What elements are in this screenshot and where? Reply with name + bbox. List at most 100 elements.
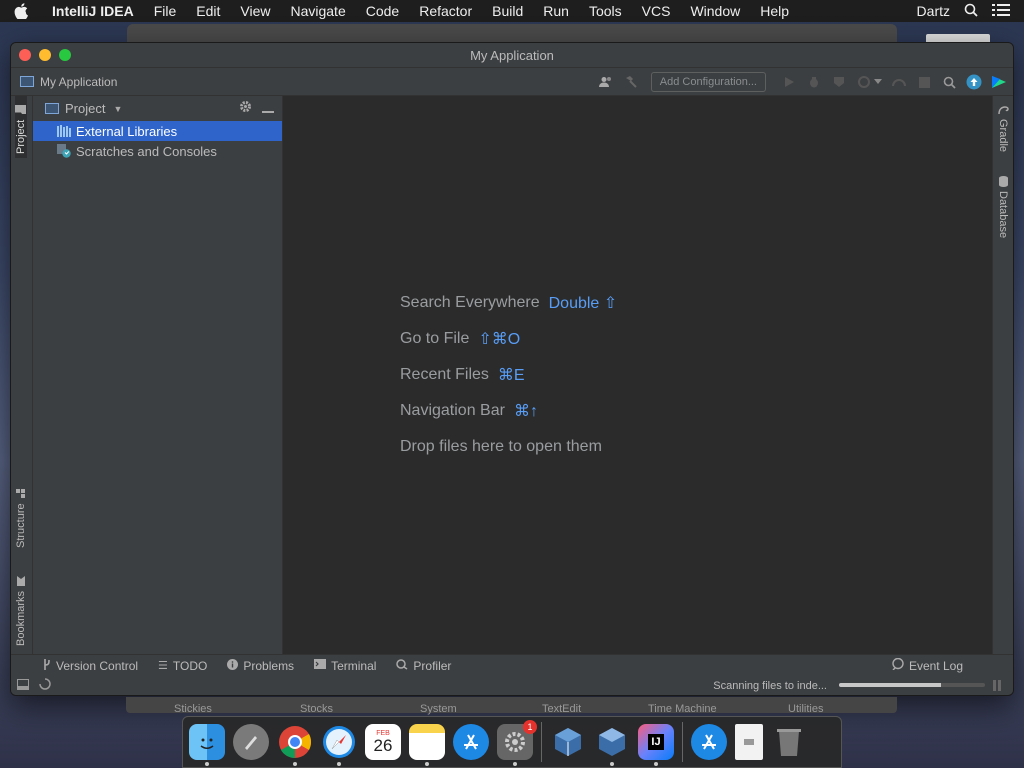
system-preferences-icon[interactable]: 1 <box>497 720 537 766</box>
scratches-icon <box>57 144 71 158</box>
terminal-icon <box>314 659 327 672</box>
panel-actions <box>229 100 274 116</box>
virtualbox-vm-icon[interactable] <box>594 724 630 766</box>
toggle-tool-windows-icon[interactable] <box>17 678 29 693</box>
menu-code[interactable]: Code <box>366 3 399 19</box>
gradle-tool-tab[interactable]: Gradle <box>997 106 1009 162</box>
indexing-status[interactable]: Scanning files to inde... <box>713 680 827 692</box>
bottom-tool-bar: Version Control ☰ TODO Problems Terminal… <box>11 654 1013 676</box>
project-tab-label: Project <box>15 119 27 154</box>
tab-label: Profiler <box>413 658 452 673</box>
tab-event-log[interactable]: Event Log <box>892 657 963 673</box>
branch-icon <box>43 658 51 673</box>
coverage-icon[interactable] <box>831 74 847 90</box>
tab-todo[interactable]: ☰ TODO <box>158 659 207 673</box>
app-store-download-icon[interactable] <box>691 724 727 760</box>
project-view-icon <box>45 103 59 114</box>
window-titlebar[interactable]: My Application <box>11 43 1013 68</box>
virtualbox-icon[interactable] <box>550 724 586 760</box>
menu-view[interactable]: View <box>240 3 270 19</box>
right-tool-strip: Gradle Database <box>992 96 1013 654</box>
trash-icon[interactable] <box>771 724 807 760</box>
menu-file[interactable]: File <box>154 3 177 19</box>
finder-icon[interactable] <box>189 724 225 766</box>
calendar-icon[interactable]: FEB 26 <box>365 724 401 760</box>
tab-profiler[interactable]: Profiler <box>396 658 451 673</box>
tree-item-external-libraries[interactable]: External Libraries <box>33 121 282 141</box>
hint-text: Navigation Bar <box>400 402 505 419</box>
bookmarks-tab-label: Bookmarks <box>15 590 27 646</box>
zoom-button[interactable] <box>59 49 71 61</box>
editor-empty-area[interactable]: Search Everywhere Double ⇧ Go to File ⇧⌘… <box>283 96 992 654</box>
chevron-down-icon[interactable]: ▼ <box>113 104 122 114</box>
search-icon[interactable] <box>941 74 957 90</box>
breadcrumb-project[interactable]: My Application <box>40 75 117 89</box>
profile-icon[interactable] <box>856 74 872 90</box>
database-tool-tab[interactable]: Database <box>997 176 1009 246</box>
intellij-idea-icon[interactable]: IJ <box>638 724 674 766</box>
dock-separator <box>682 722 683 762</box>
background-window-labels: Stickies Stocks System TextEdit Time Mac… <box>126 697 897 715</box>
hint-drop-files: Drop files here to open them <box>400 429 617 465</box>
menu-window[interactable]: Window <box>690 3 740 19</box>
tab-problems[interactable]: Problems <box>227 658 295 673</box>
spinner-icon <box>39 678 51 693</box>
gear-icon[interactable] <box>239 100 252 116</box>
add-configuration-button[interactable]: Add Configuration... <box>650 72 766 92</box>
notes-icon[interactable] <box>409 724 445 766</box>
indexing-progress-bar <box>839 683 985 687</box>
safari-icon[interactable] <box>321 724 357 766</box>
chevron-down-icon[interactable] <box>874 74 882 90</box>
peek-label: Time Machine <box>648 703 717 715</box>
peek-label: Utilities <box>788 703 824 715</box>
update-icon[interactable] <box>966 74 982 90</box>
stop-icon[interactable] <box>916 74 932 90</box>
run-icon[interactable] <box>781 74 797 90</box>
menu-vcs[interactable]: VCS <box>642 3 671 19</box>
tab-label: Terminal <box>331 658 377 673</box>
menu-run[interactable]: Run <box>543 3 569 19</box>
apple-icon[interactable] <box>14 3 30 19</box>
ide-body: Project Structure Bookmarks Project ▼ Ex… <box>11 96 1013 654</box>
tree-item-scratches[interactable]: Scratches and Consoles <box>33 141 282 161</box>
calendar-day: 26 <box>373 736 393 755</box>
tab-label: Problems <box>243 658 295 673</box>
close-button[interactable] <box>19 49 31 61</box>
hint-text: Search Everywhere <box>400 294 540 311</box>
control-center-icon[interactable] <box>992 3 1010 20</box>
pause-icon[interactable] <box>993 680 1001 694</box>
main-toolbar: Add Configuration... <box>589 68 1007 96</box>
hide-panel-icon[interactable] <box>262 100 274 116</box>
structure-tool-tab[interactable]: Structure <box>15 478 27 548</box>
tab-terminal[interactable]: Terminal <box>314 659 376 673</box>
menu-tools[interactable]: Tools <box>589 3 622 19</box>
tab-version-control[interactable]: Version Control <box>43 658 138 673</box>
ide-window: My Application My Application Add Config… <box>10 42 1014 696</box>
project-view-selector[interactable]: Project <box>65 101 105 116</box>
info-icon <box>227 658 239 673</box>
menu-build[interactable]: Build <box>492 3 523 19</box>
project-folder-icon <box>20 76 34 87</box>
document-icon[interactable] <box>735 724 763 760</box>
menu-help[interactable]: Help <box>760 3 789 19</box>
account-icon[interactable] <box>598 74 614 90</box>
hint-recent-files: Recent Files ⌘E <box>400 357 617 393</box>
attach-debugger-icon[interactable] <box>891 74 907 90</box>
tab-label: TODO <box>172 658 208 673</box>
chrome-icon[interactable] <box>277 724 313 766</box>
build-hammer-icon[interactable] <box>623 74 639 90</box>
minimize-button[interactable] <box>39 49 51 61</box>
jetbrains-toolbox-icon[interactable] <box>991 74 1007 90</box>
menu-edit[interactable]: Edit <box>196 3 220 19</box>
menu-refactor[interactable]: Refactor <box>419 3 472 19</box>
menu-navigate[interactable]: Navigate <box>290 3 345 19</box>
spotlight-search-icon[interactable] <box>964 3 978 20</box>
app-menu[interactable]: IntelliJ IDEA <box>52 3 134 19</box>
project-tool-tab[interactable]: Project <box>15 96 27 158</box>
bookmarks-tool-tab[interactable]: Bookmarks <box>15 566 27 646</box>
app-store-icon[interactable] <box>453 724 489 760</box>
launchpad-icon[interactable] <box>233 724 269 760</box>
user-name[interactable]: Dartz <box>917 3 950 19</box>
hint-shortcut: ⌘E <box>497 367 525 384</box>
debug-icon[interactable] <box>806 74 822 90</box>
